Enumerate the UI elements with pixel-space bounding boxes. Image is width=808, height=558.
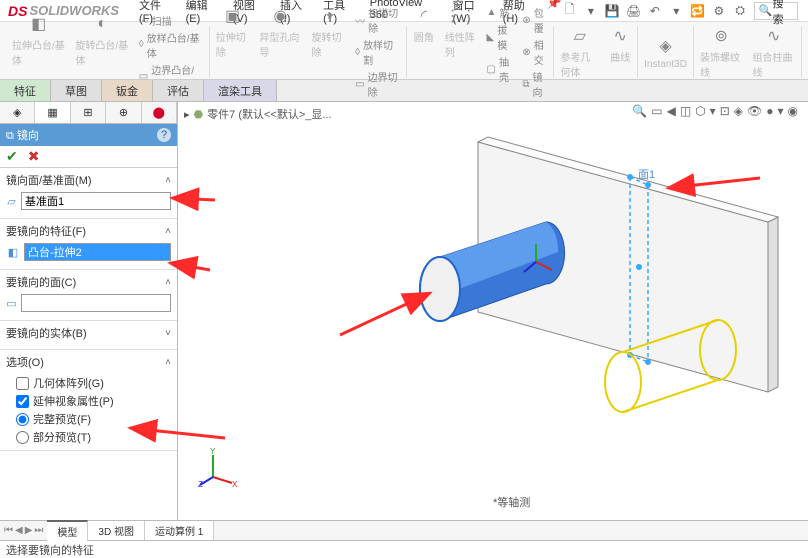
btab-motion[interactable]: 运动算例 1: [145, 521, 214, 540]
view-triad: Y X Z: [198, 447, 238, 490]
collapse-icon[interactable]: ˄: [165, 357, 171, 368]
settings-icon[interactable]: ⛭: [733, 3, 748, 19]
revolve-cut-button[interactable]: ◑旋转切除: [311, 5, 345, 99]
search-icon: 🔍: [759, 4, 773, 17]
fm-tab-pm[interactable]: ▦: [35, 102, 70, 123]
mirror-face-input[interactable]: [21, 192, 171, 210]
tab-render[interactable]: 渲染工具: [204, 80, 277, 101]
fm-tab-tree[interactable]: ◈: [0, 102, 35, 123]
save-icon[interactable]: 💾: [605, 3, 620, 19]
face-icon: ▱: [6, 194, 17, 208]
ok-button[interactable]: ✔: [6, 148, 18, 165]
fm-tab-dim[interactable]: ⊕: [106, 102, 141, 123]
btab-model[interactable]: 模型: [47, 520, 88, 541]
geom-pattern-check[interactable]: 几何体阵列(G): [6, 374, 171, 392]
undo-icon[interactable]: ↶: [647, 3, 662, 19]
full-preview-radio[interactable]: 完整预览(F): [6, 410, 171, 428]
shell-button[interactable]: ▢ 抽壳: [487, 54, 513, 84]
draft-button[interactable]: ◣ 拔模: [487, 22, 513, 52]
rebuild-icon[interactable]: 🔁: [690, 3, 705, 19]
tab-sheetmetal[interactable]: 钣金: [102, 80, 153, 101]
tab-prev-icon[interactable]: ◀: [15, 525, 23, 536]
loft-cut-button[interactable]: ◊ 放样切割: [355, 37, 400, 67]
print-icon[interactable]: 🖨: [626, 3, 641, 19]
boundary-cut-button[interactable]: ▭ 边界切除: [355, 69, 400, 99]
mirror-bodies-label: 要镜向的实体(B): [6, 325, 87, 341]
collapse-icon[interactable]: ˄: [165, 226, 171, 237]
help-icon[interactable]: ?: [157, 128, 171, 142]
curves-button[interactable]: ∿曲线: [609, 25, 631, 79]
orientation-label: *等轴测: [493, 494, 530, 510]
cancel-button[interactable]: ✖: [28, 148, 40, 165]
ref-geom-button[interactable]: ▱参考几何体: [560, 25, 599, 79]
collapse-icon[interactable]: ˄: [165, 277, 171, 288]
svg-text:X: X: [232, 480, 238, 487]
fm-tab-appear[interactable]: ⬤: [142, 102, 177, 123]
ribbon: ◧拉伸凸台/基体 ◐旋转凸台/基体 〰 扫描 ◊ 放样凸台/基体 ▭ 边界凸台/…: [0, 22, 808, 80]
status-bar: 选择要镜向的特征: [0, 540, 808, 558]
fillet-button[interactable]: ◜圆角: [413, 5, 435, 99]
mirror-faces-input[interactable]: [21, 294, 171, 312]
mirror-features-input[interactable]: 凸台-拉伸2: [24, 243, 171, 261]
svg-text:Y: Y: [210, 447, 216, 456]
wrap-button[interactable]: ⊛ 包覆: [522, 5, 547, 35]
expand-icon[interactable]: ˅: [165, 328, 171, 339]
mirror-button[interactable]: ⧉ 镜向: [522, 69, 547, 99]
loft-button[interactable]: ◊ 放样凸台/基体: [139, 30, 203, 60]
btab-3dview[interactable]: 3D 视图: [88, 521, 145, 540]
tab-sketch[interactable]: 草图: [51, 80, 102, 101]
rib-button[interactable]: ▲ 筋: [487, 5, 513, 20]
fm-tab-config[interactable]: ⊞: [71, 102, 106, 123]
redo-icon[interactable]: ▾: [669, 3, 684, 19]
tab-evaluate[interactable]: 评估: [153, 80, 204, 101]
pm-title: 镜向: [17, 130, 39, 142]
options-label: 选项(O): [6, 354, 44, 370]
tab-feature[interactable]: 特征: [0, 80, 51, 101]
open-icon[interactable]: ▾: [583, 3, 598, 19]
instant3d-button[interactable]: ◈Instant3D: [644, 35, 687, 70]
options-icon[interactable]: ⚙: [711, 3, 726, 19]
thread-button[interactable]: ⊚装饰螺纹线: [700, 25, 743, 79]
tab-next-icon[interactable]: ▶: [25, 525, 33, 536]
tab-first-icon[interactable]: ⏮: [4, 525, 13, 536]
bottom-tabs: ⏮◀▶⏭ 模型 3D 视图 运动算例 1: [0, 520, 808, 540]
pin-icon[interactable]: 📌: [547, 0, 562, 11]
svg-text:Z: Z: [198, 480, 203, 487]
intersect-button[interactable]: ⊗ 相交: [522, 37, 547, 67]
collapse-icon[interactable]: ˄: [165, 175, 171, 186]
composite-button[interactable]: ∿组合柱曲线: [752, 25, 795, 79]
mirror-icon: ⧉: [6, 130, 17, 142]
pattern-button[interactable]: ⋮⋮线性阵列: [445, 5, 477, 99]
pm-title-bar: ⧉ 镜向 ?: [0, 124, 177, 146]
feature-icon: ◧: [6, 245, 20, 259]
tab-last-icon[interactable]: ⏭: [34, 525, 43, 536]
search-label: 搜索: [773, 0, 793, 27]
propagate-check[interactable]: 延伸视象属性(P): [6, 392, 171, 410]
face-sel-icon: ▭: [6, 296, 17, 310]
sweep-button[interactable]: 〰 扫描: [139, 13, 203, 28]
search-box[interactable]: 🔍 搜索: [754, 2, 798, 20]
property-manager: ◈ ▦ ⊞ ⊕ ⬤ ⧉ 镜向 ? ✔ ✖ 镜向面/基准面(M) ˄ ▱ 要镜向的特…: [0, 102, 178, 520]
plane-label: 面1: [638, 169, 655, 181]
mirror-features-label: 要镜向的特征(F): [6, 223, 86, 239]
partial-preview-radio[interactable]: 部分预览(T): [6, 428, 171, 446]
feature-tabs: 特征 草图 钣金 评估 渲染工具: [0, 80, 808, 102]
new-icon[interactable]: 🗋: [562, 3, 577, 19]
mirror-faces-label: 要镜向的面(C): [6, 274, 76, 290]
scene-3d: 面1: [178, 102, 808, 520]
viewport[interactable]: ▸ ⬣ 零件7 (默认<<默认>_显... 🔍 ▭ ◀ ◫ ⬡ ▾ ⊡ ◈ 👁 …: [178, 102, 808, 520]
mirror-face-label: 镜向面/基准面(M): [6, 172, 92, 188]
sweep-cut-button[interactable]: 〰 扫描切除: [355, 5, 400, 35]
